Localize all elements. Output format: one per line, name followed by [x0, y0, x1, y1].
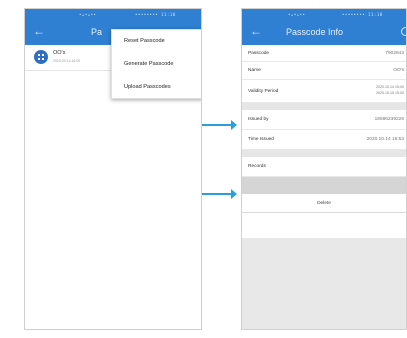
row-label: Time Issued [248, 137, 274, 142]
passcode-list-screen: •▴•▴•• •••••••• 11:10 ← Pa OO's 2020.03.… [24, 8, 202, 330]
name-row[interactable]: Name OO's [242, 62, 406, 80]
tutorial-canvas: •▴•▴•• •••••••• 11:10 ← Pa OO's 2020.03.… [0, 0, 407, 338]
menu-item-reset-passcode[interactable]: Reset Passcode [112, 30, 201, 53]
menu-item-generate-passcode[interactable]: Generate Passcode [112, 53, 201, 76]
row-value: 18596239226 [374, 117, 404, 122]
back-arrow-icon[interactable]: ← [250, 24, 262, 38]
status-time: •••••••• 11:10 [342, 12, 383, 17]
empty-area [242, 238, 406, 329]
overflow-menu: Reset Passcode Generate Passcode Upload … [111, 29, 201, 99]
validity-period-row[interactable]: Validity Period 2020.10.14 15:00 2020.10… [242, 80, 406, 103]
back-arrow-icon[interactable]: ← [33, 24, 45, 38]
passcode-info-screen: •▴•▴•• •••••••• 11:10 ← Passcode Info Pa… [241, 8, 407, 330]
row-label: Issued by [248, 117, 269, 122]
issued-by-row: Issued by 18596239226 [242, 110, 406, 130]
delete-button[interactable]: Delete [242, 194, 406, 213]
status-icons: •▴•▴•• [79, 12, 97, 17]
time-issued-row: Time Issued 2020.10.14 16:53 [242, 130, 406, 150]
page-title: Passcode Info [286, 27, 344, 37]
status-bar: •▴•▴•• •••••••• 11:10 [25, 9, 201, 21]
pointer-arrow-icon [202, 189, 237, 199]
passcode-row[interactable]: Passcode 7902843 [242, 45, 406, 62]
row-value: 2020.10.14 16:53 [366, 137, 404, 142]
row-value-start: 2020.10.14 15:00 [376, 85, 404, 89]
app-bar: ← Passcode Info [242, 21, 406, 45]
menu-item-upload-passcodes[interactable]: Upload Passcodes [112, 76, 201, 99]
row-label: Name [248, 68, 261, 73]
row-value: 7902843 [385, 51, 404, 56]
records-area [242, 177, 406, 194]
status-time: •••••••• 11:10 [135, 12, 176, 17]
more-icon[interactable] [401, 27, 406, 36]
page-title: Pa [91, 27, 103, 37]
item-name: OO's [53, 50, 66, 56]
row-label: Passcode [248, 51, 270, 56]
row-label: Records [248, 164, 266, 169]
pointer-arrow-icon [202, 120, 237, 130]
section-divider [242, 103, 406, 110]
item-date: 2020.03.14.16:00 [53, 59, 81, 63]
section-divider [242, 150, 406, 157]
passcode-grid-icon [34, 50, 48, 64]
row-label: Validity Period [248, 89, 279, 94]
records-row[interactable]: Records [242, 157, 406, 177]
row-value: OO's [393, 68, 404, 73]
status-icons: •▴•▴•• [288, 12, 306, 17]
status-bar: •▴•▴•• •••••••• 11:10 [242, 9, 406, 21]
row-value-end: 2020.10.15 15:00 [376, 91, 404, 95]
